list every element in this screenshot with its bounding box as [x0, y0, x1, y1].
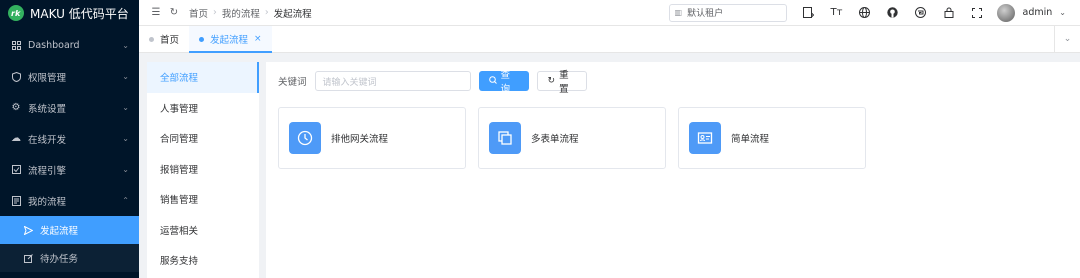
category-item[interactable]: 运营相关: [147, 215, 259, 246]
check-square-icon: [10, 165, 22, 174]
sidebar-item-settings[interactable]: ⚙ 系统设置 ⌄: [0, 92, 139, 123]
refresh-icon[interactable]: ↻: [165, 7, 183, 18]
sidebar-item-label: 流程引擎: [28, 165, 67, 177]
category-item[interactable]: 销售管理: [147, 184, 259, 215]
sidebar-subitem-todo-tasks[interactable]: 待办任务: [0, 244, 139, 272]
chevron-up-icon: ⌃: [122, 196, 129, 205]
fullscreen-icon[interactable]: [965, 7, 989, 18]
globe-icon[interactable]: [853, 7, 877, 18]
logo-icon: rk: [8, 5, 24, 21]
sidebar-subitem-label: 发起流程: [40, 226, 79, 237]
workflow-card[interactable]: 多表单流程: [478, 107, 666, 169]
tabs-bar: 首页 发起流程 × ⌄: [139, 26, 1080, 53]
language-icon[interactable]: [797, 7, 821, 18]
breadcrumb-item[interactable]: 我的流程: [222, 6, 260, 20]
tab-start-workflow[interactable]: 发起流程 ×: [189, 26, 272, 53]
category-item[interactable]: 全部流程: [147, 62, 259, 93]
top-header: ☰ ↻ 首页 › 我的流程 › 发起流程 ▥ 默认租户 Tт admin ⌄: [139, 0, 1080, 26]
menu-fold-icon[interactable]: ☰: [147, 7, 165, 18]
document-icon: [10, 195, 22, 206]
tab-label: 首页: [160, 35, 180, 46]
copy-icon: [489, 122, 521, 154]
workflow-card[interactable]: 简单流程: [678, 107, 866, 169]
clock-icon: [289, 122, 321, 154]
tab-dot: [199, 36, 205, 42]
sidebar-item-dashboard[interactable]: Dashboard ⌄: [0, 30, 139, 61]
category-item[interactable]: 合同管理: [147, 123, 259, 154]
send-icon: [22, 225, 34, 235]
font-size-icon[interactable]: Tт: [825, 7, 849, 18]
chevron-right-icon: ›: [213, 7, 217, 18]
sidebar-item-my-workflows[interactable]: 我的流程 ⌃: [0, 185, 139, 216]
tabs-dropdown-button[interactable]: ⌄: [1054, 26, 1080, 52]
sidebar-submenu: 发起流程 待办任务: [0, 216, 139, 272]
workflow-card-label: 多表单流程: [531, 134, 579, 145]
reset-button[interactable]: ↻ 重置: [536, 70, 587, 95]
keyword-input[interactable]: 请输入关键词: [314, 71, 471, 91]
sidebar-item-label: 权限管理: [28, 72, 67, 84]
keyword-input-placeholder: 请输入关键词: [322, 77, 377, 88]
query-button-label: 查询: [500, 70, 511, 95]
query-button[interactable]: 查询: [478, 70, 529, 95]
main-panel: 关键词 请输入关键词 查询 ↻ 重置 排他网关流程 多表单流程 简单流程: [266, 62, 1080, 278]
search-icon: [488, 75, 497, 87]
sidebar-subitem-label: 待办任务: [40, 254, 79, 265]
app-logo[interactable]: rk MAKU 低代码平台: [0, 0, 139, 26]
breadcrumb-item[interactable]: 首页: [189, 6, 208, 20]
chevron-down-icon: ⌄: [122, 165, 129, 174]
shield-icon: [10, 71, 22, 82]
workflow-card-label: 排他网关流程: [331, 134, 389, 145]
cloud-icon: ☁: [11, 133, 21, 144]
sidebar-menu: Dashboard ⌄ 权限管理 ⌄ ⚙ 系统设置 ⌄ ☁ 在线开发 ⌄ 流程引…: [0, 30, 139, 272]
sidebar-item-permissions[interactable]: 权限管理 ⌄: [0, 61, 139, 92]
chevron-right-icon: ›: [264, 7, 269, 18]
chevron-down-icon[interactable]: ⌄: [1059, 8, 1066, 17]
category-item[interactable]: 报销管理: [147, 154, 259, 185]
breadcrumb: 首页 › 我的流程 › 发起流程: [189, 6, 312, 20]
keyword-label: 关键词: [278, 77, 307, 88]
workflow-card[interactable]: 排他网关流程: [278, 107, 466, 169]
sidebar-item-online-dev[interactable]: ☁ 在线开发 ⌄: [0, 123, 139, 154]
category-item[interactable]: 人事管理: [147, 93, 259, 124]
header-toolbar: ▥ 默认租户 Tт admin ⌄: [668, 3, 1072, 22]
sidebar-item-label: 在线开发: [28, 134, 67, 146]
tab-label: 发起流程: [210, 35, 249, 46]
tenant-select[interactable]: ▥ 默认租户: [668, 3, 787, 22]
github-icon[interactable]: [881, 7, 905, 18]
refresh-icon: ↻: [547, 76, 556, 86]
chevron-down-icon: ⌄: [1063, 34, 1072, 44]
chevron-down-icon: ⌄: [122, 41, 129, 50]
chevron-down-icon: ⌄: [122, 72, 129, 81]
sidebar-item-label: 系统设置: [28, 103, 67, 115]
sidebar-item-label: 我的流程: [28, 196, 67, 208]
chevron-down-icon: ⌄: [122, 103, 129, 112]
chevron-down-icon: ⌄: [122, 134, 129, 143]
tab-dot: [149, 36, 154, 42]
gear-icon: ⚙: [11, 102, 21, 113]
app-title: MAKU 低代码平台: [30, 6, 129, 21]
building-icon: ▥: [674, 8, 683, 17]
avatar[interactable]: [996, 3, 1015, 22]
category-list: 全部流程 人事管理 合同管理 报销管理 销售管理 运营相关 服务支持: [147, 62, 259, 278]
workflow-card-label: 简单流程: [731, 134, 770, 145]
user-name[interactable]: admin: [1023, 7, 1053, 18]
reset-button-label: 重置: [559, 70, 569, 95]
sidebar-item-label: Dashboard: [28, 40, 80, 51]
edit-icon: [22, 253, 34, 263]
grid-icon: [10, 41, 22, 50]
gitee-icon[interactable]: [909, 7, 933, 18]
breadcrumb-item: 发起流程: [273, 8, 312, 20]
tenant-select-placeholder: 默认租户: [687, 9, 724, 19]
svg-text:rk: rk: [11, 9, 21, 18]
tab-home[interactable]: 首页: [139, 26, 189, 52]
id-card-icon: [689, 122, 721, 154]
sidebar-subitem-start-workflow[interactable]: 发起流程: [0, 216, 139, 244]
search-form: 关键词 请输入关键词 查询 ↻ 重置: [278, 70, 595, 95]
workflow-card-list: 排他网关流程 多表单流程 简单流程: [278, 107, 866, 169]
sidebar: rk MAKU 低代码平台 Dashboard ⌄ 权限管理 ⌄ ⚙ 系统设置 …: [0, 0, 139, 278]
category-item[interactable]: 服务支持: [147, 245, 259, 276]
lock-icon[interactable]: [937, 7, 961, 18]
sidebar-item-workflow-engine[interactable]: 流程引擎 ⌄: [0, 154, 139, 185]
close-icon[interactable]: ×: [254, 34, 262, 44]
